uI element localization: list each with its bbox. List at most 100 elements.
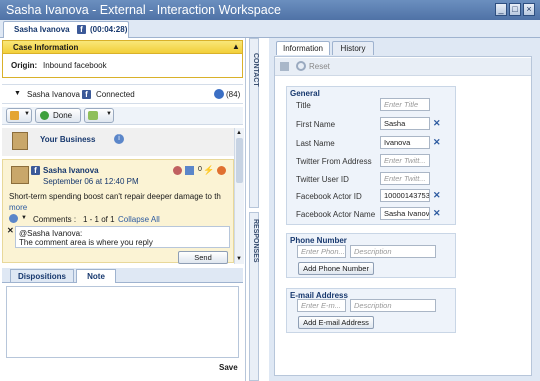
- party-expand-icon[interactable]: ▼: [14, 90, 21, 97]
- chevron-down-icon[interactable]: ▼: [21, 215, 27, 221]
- party-status: Connected: [96, 90, 135, 99]
- clear-facebook-actor-name-icon[interactable]: ✕: [433, 208, 441, 219]
- actions-button[interactable]: ▼: [84, 108, 114, 123]
- case-info-header: Case Information ▲: [2, 40, 243, 54]
- note-textarea[interactable]: [6, 286, 239, 358]
- info-icon: [9, 214, 18, 223]
- window-title: Sasha Ivanova - External - Interaction W…: [6, 3, 281, 17]
- facebook-actor-name-label: Facebook Actor Name: [296, 210, 376, 219]
- facebook-actor-id-label: Facebook Actor ID: [296, 192, 362, 201]
- facebook-icon: f: [77, 25, 86, 34]
- responses-label: RESPONSES: [252, 219, 259, 263]
- twitter-from-label: Twitter From Address: [296, 157, 372, 166]
- clear-first-name-icon[interactable]: ✕: [433, 118, 441, 129]
- email-address-input[interactable]: Enter E-m...: [297, 299, 346, 312]
- last-name-input[interactable]: Ivanova: [380, 136, 430, 149]
- add-phone-button[interactable]: Add Phone Number: [298, 262, 374, 275]
- twitter-from-input[interactable]: Enter Twitt...: [380, 154, 430, 167]
- clear-facebook-actor-id-icon[interactable]: ✕: [433, 190, 441, 201]
- post-author[interactable]: Sasha Ivanova: [43, 166, 99, 175]
- post-text: Short-term spending boost can't repair d…: [9, 192, 221, 201]
- check-icon: [40, 111, 49, 120]
- actions-icon: [88, 111, 98, 120]
- facebook-icon: f: [82, 90, 91, 99]
- interaction-tab[interactable]: Sasha Ivanova f (00:04:28): [3, 21, 129, 38]
- done-button[interactable]: Done: [35, 108, 81, 123]
- like-icon[interactable]: [185, 166, 194, 175]
- general-title: General: [290, 89, 320, 98]
- tab-dispositions[interactable]: Dispositions: [10, 269, 74, 283]
- title-label: Title: [296, 101, 311, 110]
- chevron-down-icon: ▼: [24, 111, 30, 117]
- scroll-up-icon[interactable]: ▲: [236, 130, 242, 136]
- transfer-icon: [10, 111, 19, 120]
- tab-information[interactable]: Information: [276, 41, 330, 55]
- post-scrollbar[interactable]: ▲ ▼: [234, 128, 244, 264]
- business-label: Your Business: [40, 135, 96, 144]
- title-input[interactable]: Enter Title: [380, 98, 430, 111]
- collapse-all-link[interactable]: Collapse All: [118, 215, 160, 224]
- twitter-user-id-label: Twitter User ID: [296, 175, 349, 184]
- facebook-icon: f: [31, 166, 40, 175]
- facebook-actor-id-input[interactable]: 100001437537: [380, 189, 430, 202]
- phone-number-input[interactable]: Enter Phon...: [297, 245, 346, 258]
- party-name: Sasha Ivanova: [27, 90, 80, 99]
- like-count: 0: [198, 166, 202, 173]
- interaction-toolbar: ▼ Done ▼: [2, 107, 243, 125]
- close-icon[interactable]: ✕: [7, 226, 14, 235]
- reply-header: @Sasha Ivanova:: [19, 229, 83, 238]
- reset-icon: [296, 61, 306, 71]
- contact-toolbar: Reset: [275, 58, 531, 76]
- origin-value: Inbound facebook: [43, 61, 107, 70]
- contact-label: CONTACT: [252, 53, 259, 87]
- email-description-input[interactable]: Description: [350, 299, 436, 312]
- responses-strip[interactable]: RESPONSES: [249, 212, 259, 381]
- title-bar: Sasha Ivanova - External - Interaction W…: [0, 0, 540, 20]
- first-name-input[interactable]: Sasha: [380, 117, 430, 130]
- delete-icon[interactable]: [217, 166, 226, 175]
- done-label: Done: [53, 111, 73, 120]
- save-note-button[interactable]: Save: [219, 363, 238, 372]
- user-icon[interactable]: [173, 166, 182, 175]
- case-info-title: Case Information: [13, 43, 79, 52]
- first-name-label: First Name: [296, 120, 336, 129]
- close-button[interactable]: ×: [523, 3, 535, 16]
- transfer-button[interactable]: ▼: [6, 108, 32, 123]
- origin-label: Origin:: [11, 61, 38, 70]
- general-group: General: [286, 86, 456, 225]
- reply-text: The comment area is where you reply: [19, 238, 153, 247]
- twitter-user-id-input[interactable]: Enter Twitt...: [380, 172, 430, 185]
- interaction-timer: (00:04:28): [90, 25, 128, 34]
- send-button[interactable]: Send: [178, 251, 228, 264]
- phone-title: Phone Number: [290, 236, 347, 245]
- save-icon[interactable]: [280, 62, 289, 71]
- business-row: Your Business i: [2, 128, 234, 156]
- reset-button[interactable]: Reset: [309, 62, 330, 71]
- post-card: f Sasha Ivanova September 06 at 12:40 PM…: [2, 159, 234, 264]
- post-date: September 06 at 12:40 PM: [43, 177, 139, 186]
- add-email-button[interactable]: Add E-mail Address: [298, 316, 374, 329]
- tab-note[interactable]: Note: [76, 269, 116, 283]
- lightning-icon[interactable]: ⚡: [203, 165, 214, 176]
- comments-label: Comments :: [33, 215, 77, 224]
- phone-description-input[interactable]: Description: [350, 245, 436, 258]
- reply-textarea[interactable]: @Sasha Ivanova: The comment area is wher…: [15, 226, 230, 248]
- scroll-thumb[interactable]: [236, 138, 243, 183]
- clock-icon: [214, 89, 224, 99]
- more-link[interactable]: more: [9, 203, 27, 212]
- comments-range: 1 - 1 of 1: [83, 215, 115, 224]
- case-info-body: Origin: Inbound facebook: [2, 54, 243, 78]
- scroll-down-icon[interactable]: ▼: [236, 256, 242, 262]
- minimize-button[interactable]: _: [495, 3, 507, 16]
- interaction-tab-name: Sasha Ivanova: [14, 25, 70, 34]
- facebook-actor-name-input[interactable]: Sasha Ivanova: [380, 207, 430, 220]
- bottom-tab-strip: Dispositions Note: [2, 268, 243, 283]
- clear-last-name-icon[interactable]: ✕: [433, 137, 441, 148]
- contact-strip[interactable]: CONTACT: [249, 38, 259, 208]
- avatar: [11, 166, 29, 184]
- tab-history[interactable]: History: [332, 41, 374, 55]
- info-icon[interactable]: i: [114, 134, 124, 144]
- collapse-caret-icon[interactable]: ▲: [232, 42, 240, 51]
- interaction-tab-strip: Sasha Ivanova f (00:04:28): [0, 20, 540, 38]
- maximize-button[interactable]: □: [509, 3, 521, 16]
